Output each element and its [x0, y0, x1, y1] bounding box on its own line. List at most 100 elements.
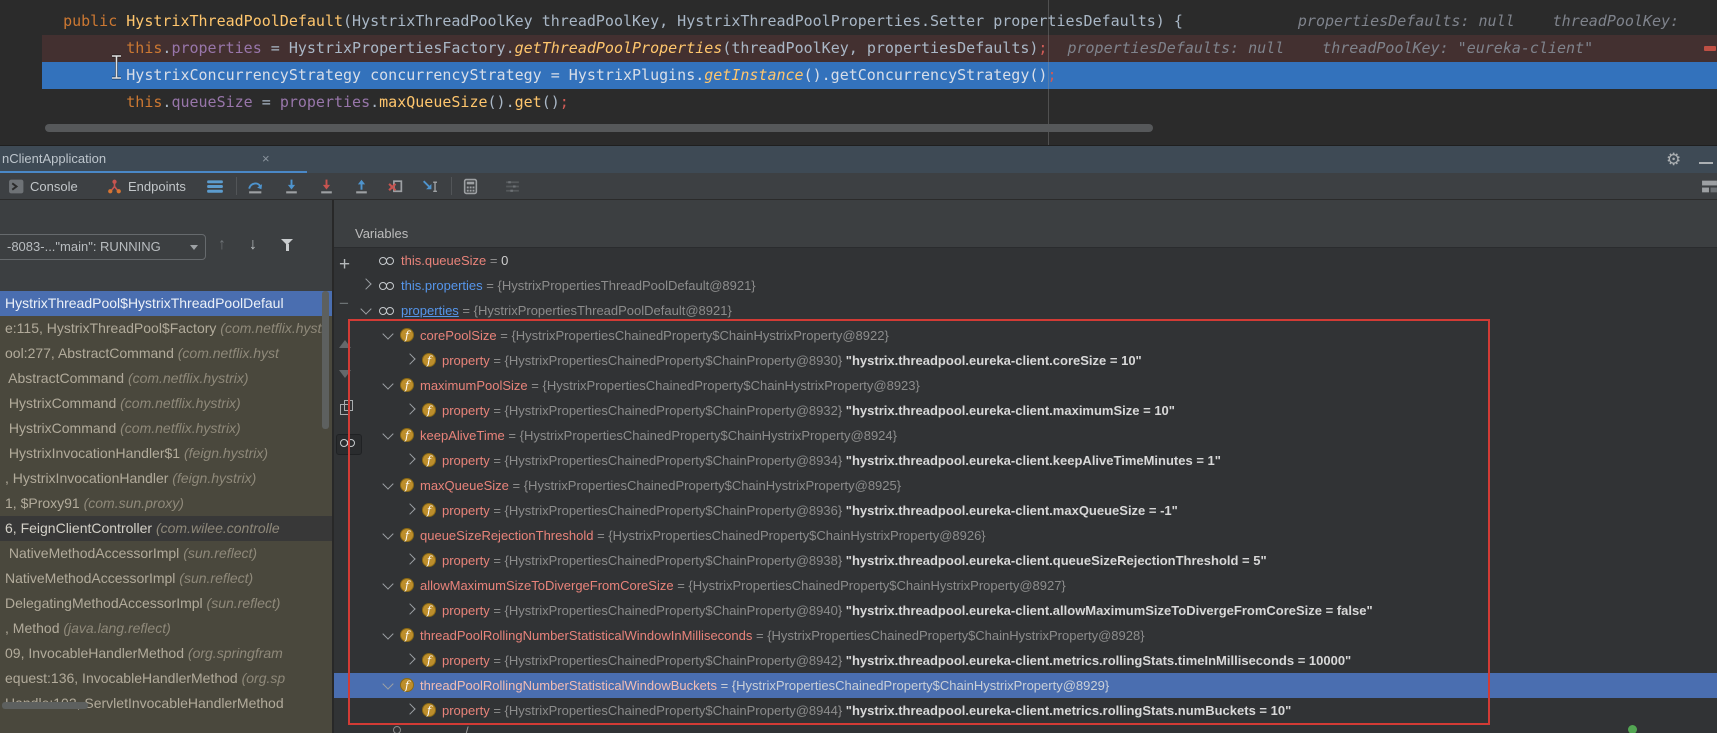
close-icon[interactable]: ×	[262, 151, 270, 166]
chevron-slot	[404, 548, 422, 573]
console-tab[interactable]: Console	[30, 179, 78, 194]
chevron-right-icon[interactable]	[404, 653, 416, 665]
chevron-down-icon[interactable]	[382, 628, 394, 640]
chevron-slot	[404, 498, 422, 523]
stack-frame-row[interactable]: DelegatingMethodAccessorImpl (sun.reflec…	[0, 591, 332, 616]
variable-row-threadPoolRollingNumberStatisticalWindowInMilliseconds[interactable]: threadPoolRollingNumberStatisticalWindow…	[334, 623, 1717, 648]
editor-horizontal-scrollbar[interactable]	[45, 124, 1153, 132]
move-down-icon[interactable]	[339, 370, 351, 378]
tab-debug-session[interactable]: nClientApplication ×	[0, 146, 307, 174]
chevron-right-icon[interactable]	[360, 278, 372, 290]
chevron-right-icon[interactable]	[404, 503, 416, 515]
up-arrow-icon[interactable]: ↑	[218, 236, 226, 254]
code-line-4[interactable]: this.queueSize = properties.maxQueueSize…	[0, 89, 1717, 116]
filter-icon[interactable]	[281, 239, 295, 253]
frames-horizontal-scrollbar[interactable]	[2, 702, 88, 709]
frames-vertical-scrollbar[interactable]	[322, 291, 329, 429]
chevron-down-icon[interactable]	[360, 303, 372, 315]
frame-label: HystrixCommand	[5, 395, 121, 411]
show-watches-icon[interactable]	[336, 434, 362, 455]
step-into-icon[interactable]	[283, 178, 300, 195]
stack-frame-row[interactable]: AbstractCommand (com.netflix.hystrix)	[0, 366, 332, 391]
chevron-right-icon[interactable]	[404, 403, 416, 415]
minimize-icon[interactable]	[1699, 162, 1713, 164]
stack-frame-row[interactable]: HystrixInvocationHandler$1 (feign.hystri…	[0, 441, 332, 466]
endpoints-icon[interactable]	[106, 178, 123, 195]
down-arrow-icon[interactable]: ↓	[249, 236, 257, 254]
variable-row-property[interactable]: property = {HystrixPropertiesChainedProp…	[334, 598, 1717, 623]
thread-selector-dropdown[interactable]: -8083-..."main": RUNNING	[0, 234, 206, 260]
variable-row-property[interactable]: property = {HystrixPropertiesChainedProp…	[334, 698, 1717, 723]
chevron-down-icon[interactable]	[382, 478, 394, 490]
drop-frame-icon[interactable]	[387, 178, 404, 195]
stack-frame-row[interactable]: 1, $Proxy91 (com.sun.proxy)	[0, 491, 332, 516]
chevron-down-icon[interactable]	[382, 378, 394, 390]
variable-row-maximumPoolSize[interactable]: maximumPoolSize = {HystrixPropertiesChai…	[334, 373, 1717, 398]
variable-row-this.properties[interactable]: this.properties = {HystrixPropertiesThre…	[334, 273, 1717, 298]
chevron-down-icon[interactable]	[382, 428, 394, 440]
chevron-down-icon[interactable]	[382, 528, 394, 540]
stack-frame-row[interactable]: ool:277, AbstractCommand (com.netflix.hy…	[0, 341, 332, 366]
watch-icon	[378, 256, 396, 267]
chevron-down-icon[interactable]	[382, 578, 394, 590]
stack-frame-row[interactable]: NativeMethodAccessorImpl (sun.reflect)	[0, 541, 332, 566]
menu-icon[interactable]	[206, 178, 223, 195]
chevron-right-icon[interactable]	[404, 703, 416, 715]
variables-tree: this.queueSize = 0 this.properties = {Hys…	[334, 248, 1717, 723]
variable-row-threadPoolRollingNumberStatisticalWindowBuckets[interactable]: threadPoolRollingNumberStatisticalWindow…	[334, 673, 1717, 698]
variable-row-property[interactable]: property = {HystrixPropertiesChainedProp…	[334, 398, 1717, 423]
stack-frame-row[interactable]: , Method (java.lang.reflect)	[0, 616, 332, 641]
gear-icon[interactable]: ⚙	[1666, 150, 1681, 170]
chevron-right-icon[interactable]	[404, 553, 416, 565]
add-watch-icon[interactable]: +	[339, 254, 350, 276]
stack-frame-row[interactable]: 6, FeignClientController (com.wilee.cont…	[0, 516, 332, 541]
code-line-2[interactable]: this.properties = HystrixPropertiesFacto…	[0, 35, 1717, 62]
variable-row-property[interactable]: property = {HystrixPropertiesChainedProp…	[334, 548, 1717, 573]
stack-frame-row[interactable]: , HystrixInvocationHandler (feign.hystri…	[0, 466, 332, 491]
chevron-down-icon[interactable]	[382, 328, 394, 340]
field-icon	[400, 678, 414, 693]
stack-frame-row[interactable]: HystrixCommand (com.netflix.hystrix)	[0, 416, 332, 441]
variable-row-this.queueSize[interactable]: this.queueSize = 0	[334, 248, 1717, 273]
variable-row-property[interactable]: property = {HystrixPropertiesChainedProp…	[334, 348, 1717, 373]
code-editor[interactable]: public HystrixThreadPoolDefault(HystrixT…	[0, 0, 1717, 145]
layout-icon[interactable]	[1701, 178, 1717, 195]
view-options-icon[interactable]	[504, 178, 521, 195]
stack-frame-row[interactable]: HystrixThreadPool$HystrixThreadPoolDefau…	[0, 291, 332, 316]
stack-frame-row[interactable]: HystrixCommand (com.netflix.hystrix)	[0, 391, 332, 416]
chevron-slot	[382, 373, 400, 398]
variable-name: keepAliveTime	[420, 428, 505, 443]
variable-row-allowMaximumSizeToDivergeFromCoreSize[interactable]: allowMaximumSizeToDivergeFromCoreSize = …	[334, 573, 1717, 598]
equals: =	[752, 628, 768, 643]
variable-row-property[interactable]: property = {HystrixPropertiesChainedProp…	[334, 648, 1717, 673]
console-icon[interactable]	[8, 178, 25, 195]
variable-row-properties[interactable]: properties = {HystrixPropertiesThreadPoo…	[334, 298, 1717, 323]
step-over-icon[interactable]	[247, 178, 264, 195]
endpoints-tab[interactable]: Endpoints	[128, 179, 186, 194]
chevron-right-icon[interactable]	[404, 603, 416, 615]
code-line-3[interactable]: HystrixConcurrencyStrategy concurrencySt…	[0, 62, 1717, 89]
evaluate-expression-icon[interactable]	[462, 178, 479, 195]
copy-icon[interactable]	[340, 400, 355, 415]
variable-row-queueSizeRejectionThreshold[interactable]: queueSizeRejectionThreshold = {HystrixPr…	[334, 523, 1717, 548]
run-to-cursor-icon[interactable]	[421, 178, 438, 195]
stack-frame-row[interactable]: e:115, HystrixThreadPool$Factory (com.ne…	[0, 316, 332, 341]
step-out-icon[interactable]	[353, 178, 370, 195]
remove-watch-icon[interactable]: −	[339, 294, 349, 314]
code-token: =	[252, 93, 280, 111]
stack-frame-row[interactable]: 09, InvocableHandlerMethod (org.springfr…	[0, 641, 332, 666]
variable-row-corePoolSize[interactable]: corePoolSize = {HystrixPropertiesChained…	[334, 323, 1717, 348]
force-step-into-icon[interactable]	[318, 178, 335, 195]
variable-row-property[interactable]: property = {HystrixPropertiesChainedProp…	[334, 498, 1717, 523]
chevron-down-icon[interactable]	[382, 678, 394, 690]
code-line-1[interactable]: public HystrixThreadPoolDefault(HystrixT…	[0, 8, 1717, 35]
frame-package: (com.netflix.hystr	[220, 320, 327, 336]
variable-row-maxQueueSize[interactable]: maxQueueSize = {HystrixPropertiesChained…	[334, 473, 1717, 498]
move-up-icon[interactable]	[339, 340, 351, 348]
stack-frame-row[interactable]: NativeMethodAccessorImpl (sun.reflect)	[0, 566, 332, 591]
chevron-right-icon[interactable]	[404, 353, 416, 365]
variable-row-property[interactable]: property = {HystrixPropertiesChainedProp…	[334, 448, 1717, 473]
stack-frame-row[interactable]: equest:136, InvocableHandlerMethod (org.…	[0, 666, 332, 691]
chevron-right-icon[interactable]	[404, 453, 416, 465]
variable-row-keepAliveTime[interactable]: keepAliveTime = {HystrixPropertiesChaine…	[334, 423, 1717, 448]
